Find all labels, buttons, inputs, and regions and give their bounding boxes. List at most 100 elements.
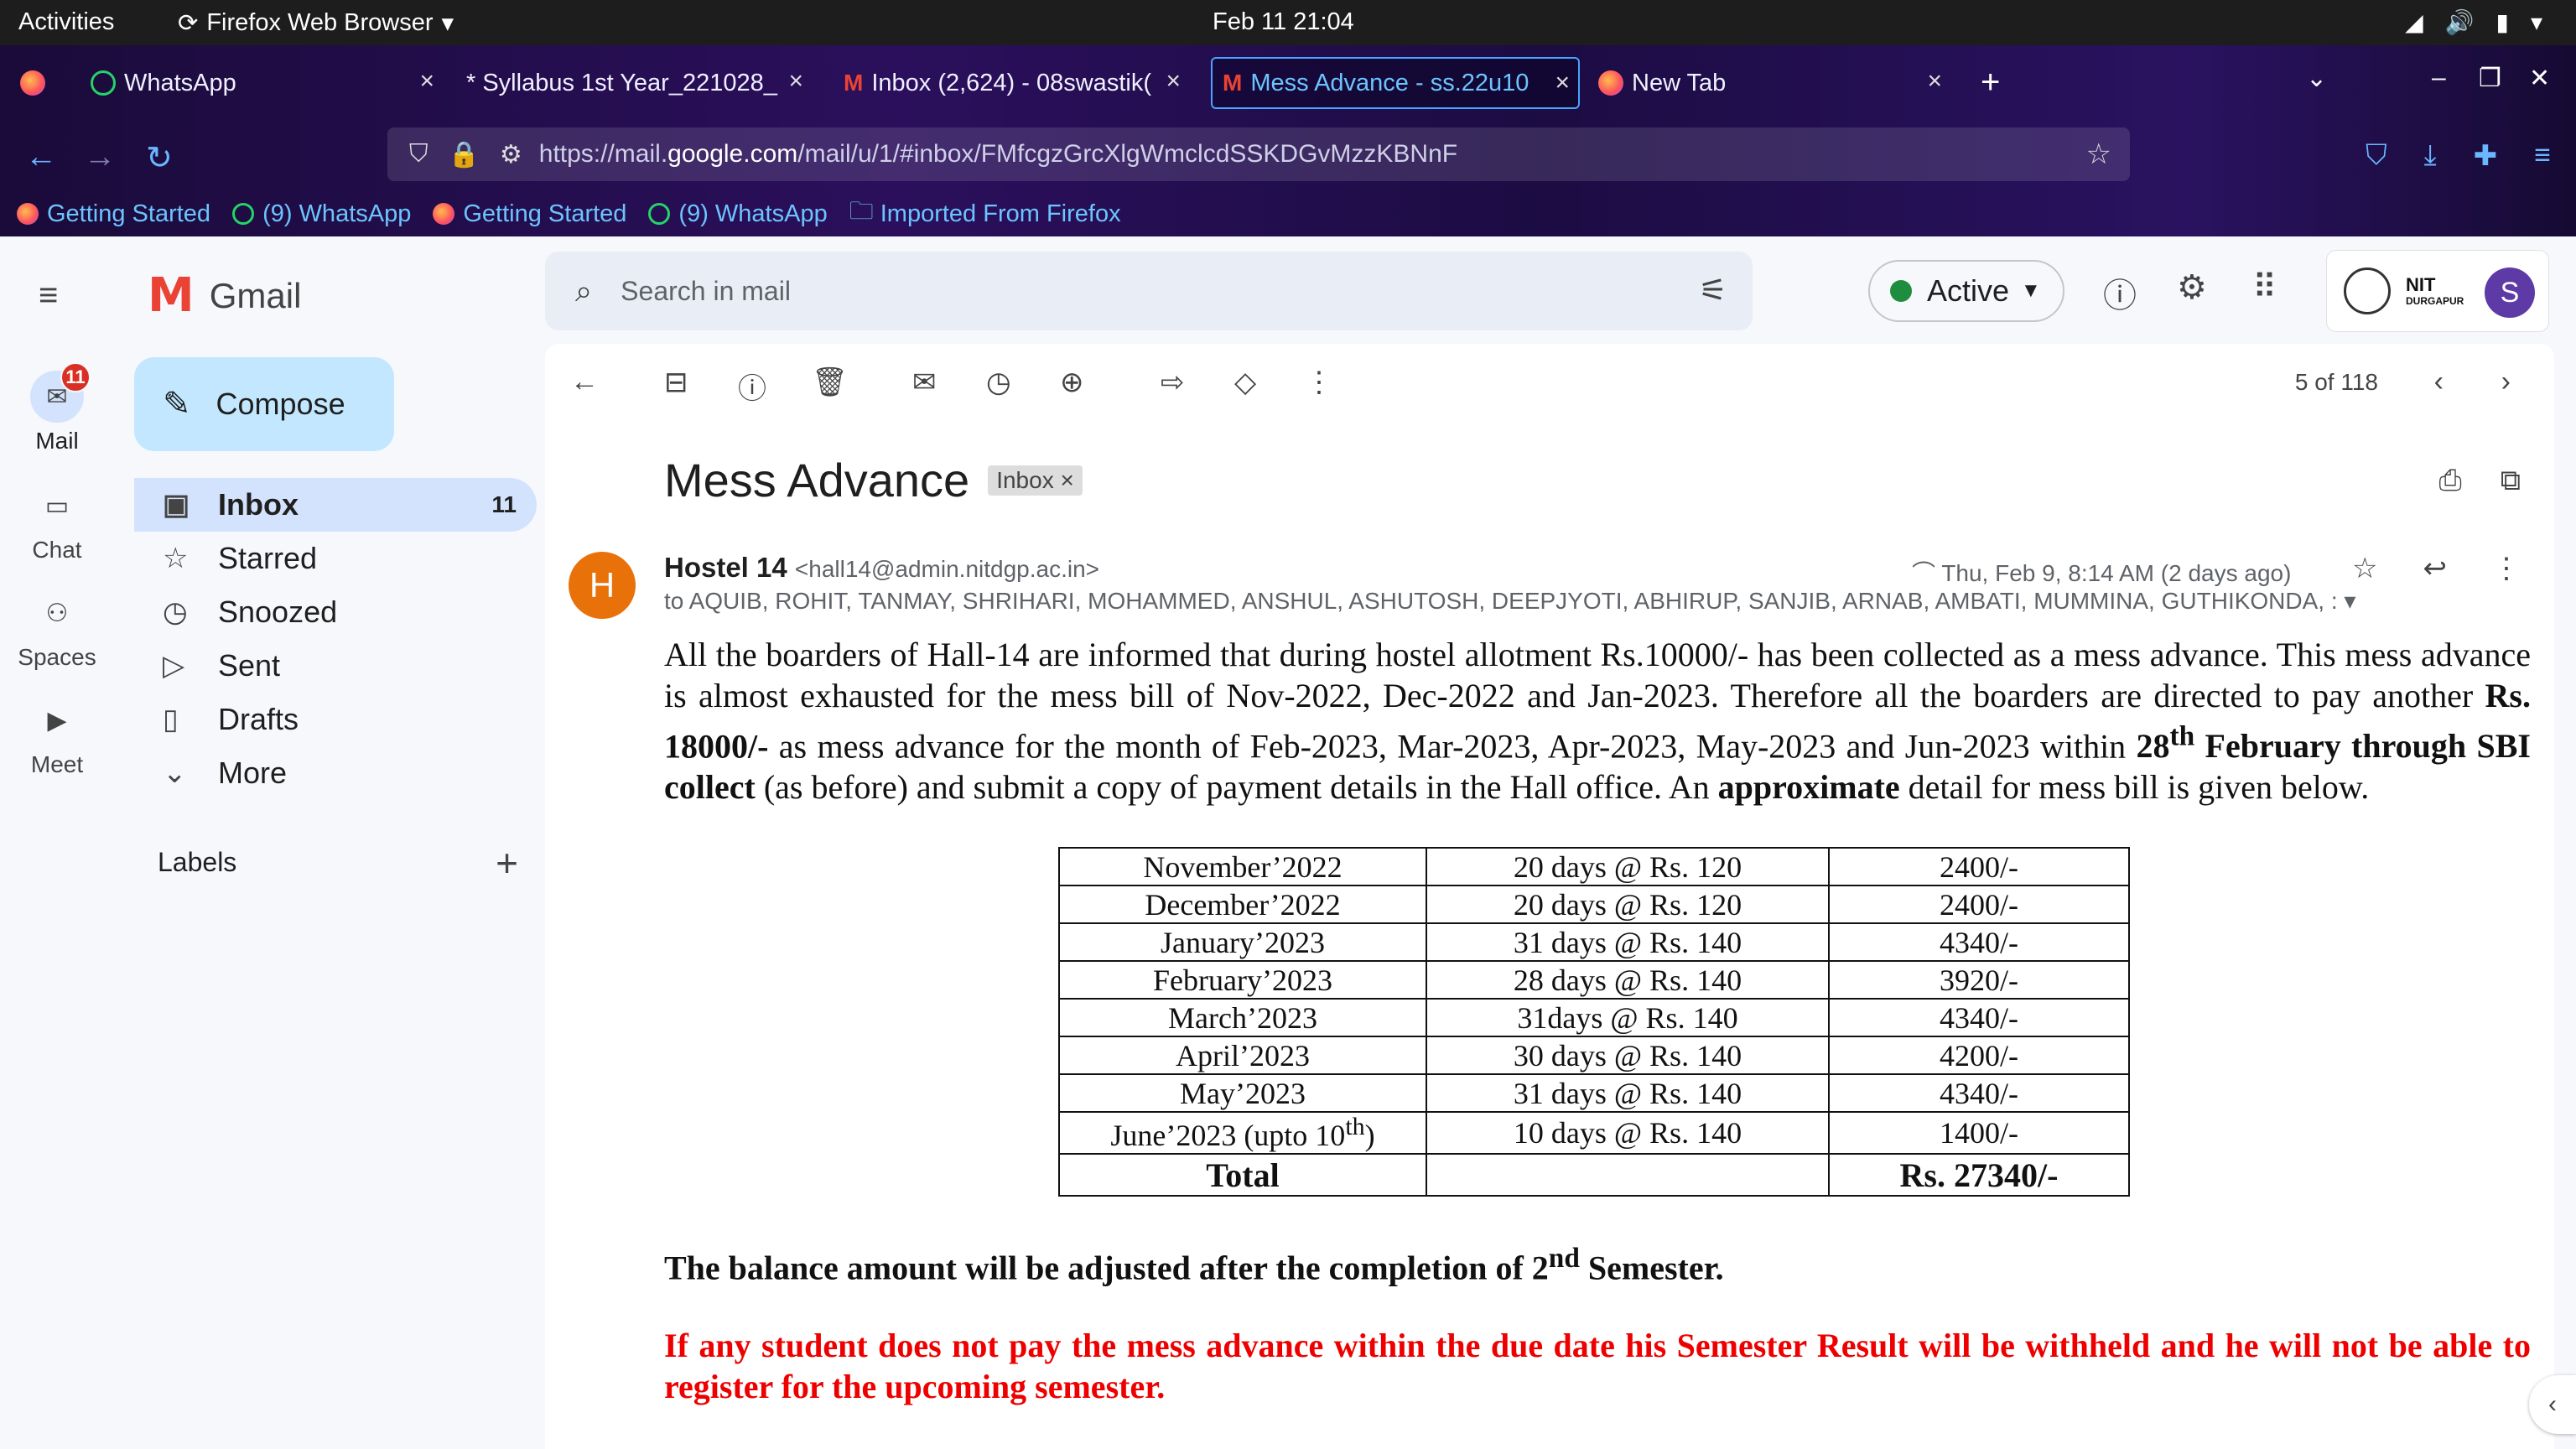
nav-inbox[interactable]: ▣ Inbox 11 [134, 478, 537, 532]
lock-icon[interactable]: 🔒 [449, 140, 480, 169]
bookmark-item[interactable]: (9) WhatsApp [648, 200, 828, 228]
more-vert-icon[interactable]: ⋮ [1305, 366, 1333, 399]
firefox-icon [433, 203, 455, 225]
bookmark-item[interactable]: (9) WhatsApp [232, 200, 411, 228]
sender-avatar[interactable]: H [569, 552, 636, 619]
menu-icon[interactable]: ≡ [2534, 139, 2551, 173]
nav-snoozed[interactable]: ◷ Snoozed [134, 585, 537, 639]
bookmark-item[interactable]: Getting Started [433, 200, 626, 228]
reload-icon[interactable]: ↻ [146, 139, 173, 177]
close-icon[interactable]: × [1927, 67, 1942, 96]
close-icon[interactable]: × [788, 67, 803, 96]
search-bar[interactable]: ⌕ Search in mail ⚟ [545, 252, 1753, 330]
inbox-label-chip[interactable]: Inbox × [988, 465, 1083, 496]
newer-icon[interactable]: ‹ [2434, 366, 2444, 398]
tab-title: WhatsApp [124, 69, 236, 96]
create-label-icon[interactable]: + [496, 840, 518, 886]
sender[interactable]: Hostel 14 <hall14@admin.nitdgp.ac.in> [664, 552, 1099, 584]
firefox-view-icon[interactable] [20, 70, 45, 96]
bookmarks-bar: Getting Started (9) WhatsApp Getting Sta… [17, 195, 1121, 233]
pocket-icon[interactable]: ⛉ [2366, 139, 2387, 173]
url-bar[interactable]: ⛉ 🔒 ⚙ https://mail.google.com/mail/u/1/#… [387, 127, 2130, 181]
rail-meet[interactable]: ▶ Meet [0, 694, 114, 778]
forward-icon[interactable]: → [84, 139, 116, 175]
battery-icon: ▮ [2496, 9, 2509, 35]
table-row: January’2023 31 days @ Rs. 140 4340/- [1058, 922, 2130, 962]
print-icon[interactable]: ⎙ [2439, 465, 2462, 497]
gmail-logo[interactable]: M Gmail [148, 268, 301, 323]
search-input[interactable]: Search in mail [621, 276, 791, 307]
nav-more[interactable]: ⌄ More [134, 746, 537, 800]
star-icon[interactable]: ☆ [2352, 552, 2377, 585]
delete-icon[interactable]: 🗑 [812, 366, 848, 399]
bookmark-star-icon[interactable]: ☆ [2086, 138, 2111, 171]
reply-icon[interactable]: ↩ [2423, 552, 2448, 585]
bookmark-folder[interactable]: 🗀 Imported From Firefox [849, 194, 1121, 235]
nav-sent[interactable]: ▷ Sent [134, 639, 537, 693]
tab-syllabus[interactable]: * Syllabus 1st Year_221028_ × [466, 57, 812, 109]
older-icon[interactable]: › [2501, 366, 2511, 398]
firefox-app-icon: ⟳ [178, 10, 199, 37]
rail-chat[interactable]: ▭ Chat [0, 480, 114, 564]
mess-bill-table: November’2022 20 days @ Rs. 120 2400/- Dec… [1058, 847, 2130, 1197]
bookmark-item[interactable]: Getting Started [17, 200, 210, 228]
tab-new-tab[interactable]: New Tab × [1598, 57, 1950, 109]
avatar[interactable]: S [2485, 267, 2535, 318]
rail-mail[interactable]: ✉ 11 Mail [0, 362, 114, 454]
close-icon[interactable]: × [1555, 69, 1570, 97]
restore-icon[interactable]: ❐ [2479, 64, 2501, 93]
add-task-icon[interactable]: ⊕ [1060, 366, 1084, 399]
permissions-icon[interactable]: ⚙ [500, 140, 522, 169]
tab-title: Inbox (2,624) - 08swastik( [871, 69, 1151, 96]
search-options-icon[interactable]: ⚟ [1699, 272, 1727, 309]
move-to-icon[interactable]: ⇨ [1161, 366, 1185, 399]
activities-button[interactable]: Activities [18, 8, 114, 36]
tab-mess-advance[interactable]: M Mess Advance - ss.22u10 × [1211, 57, 1580, 109]
close-window-icon[interactable]: ✕ [2529, 64, 2550, 93]
tab-inbox[interactable]: M Inbox (2,624) - 08swastik( × [844, 57, 1189, 109]
list-all-tabs-icon[interactable]: ⌄ [2306, 64, 2327, 93]
main-menu-icon[interactable]: ≡ [39, 277, 58, 314]
labels-heading: Labels [158, 847, 237, 877]
more-vert-icon[interactable]: ⋮ [2492, 552, 2521, 585]
extensions-icon[interactable]: ✚ [2474, 139, 2498, 173]
status-dropdown[interactable]: Active ▼ [1868, 260, 2064, 322]
help-icon[interactable]: ⓘ [2103, 268, 2137, 317]
account-switcher[interactable]: NIT DURGAPUR S [2326, 250, 2549, 332]
compose-button[interactable]: ✎ Compose [134, 357, 394, 451]
snooze-icon[interactable]: ◷ [986, 366, 1011, 399]
open-new-window-icon[interactable]: ⧉ [2501, 465, 2521, 497]
settings-icon[interactable]: ⚙ [2177, 268, 2207, 307]
tab-title: * Syllabus 1st Year_221028_ [466, 69, 777, 96]
close-icon[interactable]: × [1166, 67, 1181, 96]
message-toolbar: ← ⊟ ⓘ 🗑 ✉ ◷ ⊕ ⇨ ◇ ⋮ 5 of 118 ‹ › [545, 344, 2554, 424]
search-icon[interactable]: ⌕ [575, 273, 592, 309]
app-menu[interactable]: ⟳ Firefox Web Browser ▾ [178, 8, 454, 38]
tab-whatsapp[interactable]: WhatsApp × [91, 57, 443, 109]
apps-grid-icon[interactable]: ⠿ [2252, 268, 2277, 307]
recipients[interactable]: to AQUIB, ROHIT, TANMAY, SHRIHARI, MOHAM… [664, 587, 2400, 615]
system-tray[interactable]: ◢ 🔊 ▮ ▾ [2405, 8, 2542, 36]
minimize-icon[interactable]: – [2432, 64, 2446, 92]
clock[interactable]: Feb 11 21:04 [1213, 8, 1354, 36]
rail-meet-label: Meet [30, 751, 84, 777]
mark-unread-icon[interactable]: ✉ [912, 366, 937, 399]
close-icon[interactable]: × [419, 67, 434, 96]
archive-icon[interactable]: ⊟ [664, 366, 688, 399]
nav-drafts[interactable]: ▯ Drafts [134, 693, 537, 746]
chevron-down-icon[interactable]: ▾ [2344, 588, 2355, 614]
table-row: April’2023 30 days @ Rs. 140 4200/- [1058, 1036, 2130, 1075]
back-to-inbox-icon[interactable]: ← [570, 366, 599, 398]
back-icon[interactable]: ← [25, 139, 57, 175]
balance-note: The balance amount will be adjusted afte… [664, 1243, 1724, 1287]
new-tab-button[interactable]: + [1981, 64, 2000, 101]
label-icon[interactable]: ◇ [1234, 366, 1256, 399]
tracking-shield-icon[interactable]: ⛉ [409, 140, 428, 169]
browser-chrome: WhatsApp × * Syllabus 1st Year_221028_ ×… [0, 45, 2576, 236]
table-row: February’2023 28 days @ Rs. 140 3920/- [1058, 960, 2130, 1000]
downloads-icon[interactable]: ⤓ [2424, 139, 2437, 173]
report-spam-icon[interactable]: ⓘ [738, 366, 766, 407]
nav-starred[interactable]: ☆ Starred [134, 532, 537, 585]
whatsapp-icon [232, 203, 255, 225]
rail-spaces[interactable]: ⚇ Spaces [0, 587, 114, 671]
